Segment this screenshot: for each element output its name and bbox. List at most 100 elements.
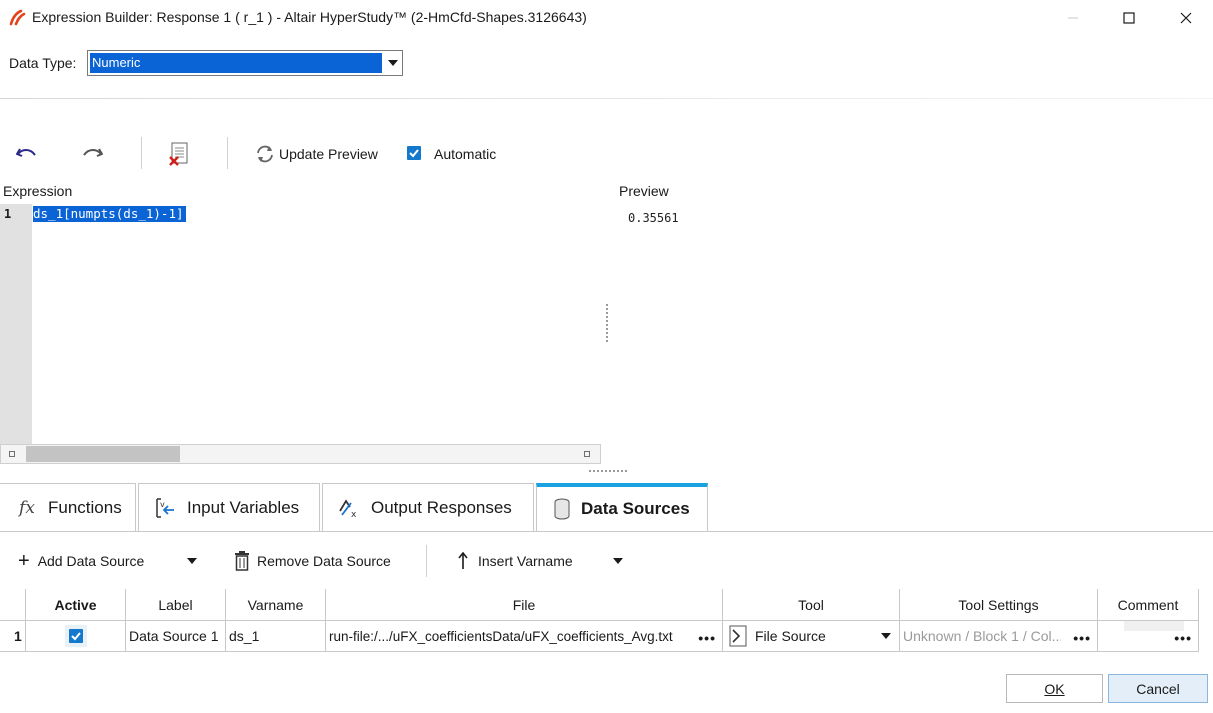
maximize-button[interactable]: [1102, 0, 1156, 36]
scrollbar-thumb[interactable]: [26, 446, 180, 462]
tool-settings-cell[interactable]: Unknown / Block 1 / Col... •••: [900, 621, 1098, 652]
chevron-down-icon[interactable]: [881, 633, 891, 639]
horizontal-scrollbar[interactable]: [0, 444, 601, 464]
insert-varname-dropdown[interactable]: [613, 548, 623, 574]
tool-settings-value: Unknown / Block 1 / Col...: [903, 628, 1061, 644]
tab-bar-line: [0, 531, 1213, 532]
tab-input-variables[interactable]: v Input Variables: [138, 483, 320, 531]
expression-label: Expression: [3, 183, 73, 199]
toolbar-separator: [227, 137, 228, 169]
line-number: 1: [4, 207, 12, 221]
divider: [0, 98, 1213, 99]
column-header-comment[interactable]: Comment: [1098, 589, 1199, 621]
toolbar-separator: [141, 137, 142, 169]
tab-data-sources[interactable]: Data Sources: [536, 483, 708, 531]
ellipsis-icon[interactable]: •••: [698, 630, 716, 646]
chevron-down-icon[interactable]: [384, 53, 401, 73]
expression-text[interactable]: ds_1[numpts(ds_1)-1]: [33, 206, 186, 222]
redo-icon: [83, 148, 103, 157]
ellipsis-icon[interactable]: •••: [1174, 630, 1192, 646]
tool-value: File Source: [755, 628, 826, 644]
tool-cell[interactable]: File Source: [723, 621, 900, 652]
plus-icon: +: [18, 550, 30, 572]
scroll-right-icon[interactable]: [584, 451, 590, 457]
remove-data-source-label: Remove Data Source: [257, 553, 391, 569]
chevron-down-icon: [613, 558, 623, 564]
data-sources-table: Active Label Varname File Tool Tool Sett…: [0, 589, 1199, 652]
minimize-button[interactable]: [1046, 0, 1100, 36]
trash-icon: [235, 551, 249, 571]
svg-text:x: x: [351, 510, 357, 519]
window-title: Expression Builder: Response 1 ( r_1 ) -…: [32, 9, 587, 25]
vertical-splitter[interactable]: [606, 304, 610, 342]
cancel-label: Cancel: [1136, 680, 1180, 697]
column-header-label[interactable]: Label: [126, 589, 226, 621]
ok-label: OK: [1044, 680, 1065, 697]
tab-label: Input Variables: [187, 497, 300, 517]
redo-button[interactable]: [79, 140, 107, 168]
column-header-tool[interactable]: Tool: [723, 589, 900, 621]
close-button[interactable]: [1159, 0, 1213, 36]
column-header-varname[interactable]: Varname: [226, 589, 326, 621]
toolbar-separator: [426, 545, 427, 577]
altair-logo-icon: [8, 9, 26, 27]
scroll-left-icon[interactable]: [9, 451, 15, 457]
file-source-icon: [729, 625, 747, 647]
fx-icon: fx: [19, 497, 35, 518]
add-data-source-button[interactable]: + Add Data Source: [18, 548, 144, 574]
column-header-file[interactable]: File: [326, 589, 723, 621]
file-path: run-file:/.../uFX_coefficientsData/uFX_c…: [329, 628, 673, 644]
ellipsis-icon[interactable]: •••: [1073, 630, 1091, 646]
active-checkbox[interactable]: [68, 629, 83, 643]
undo-button[interactable]: [12, 140, 40, 168]
maximize-icon: [1123, 12, 1135, 24]
preview-value: 0.35561: [628, 211, 679, 225]
data-type-value: Numeric: [90, 53, 382, 73]
column-header-tool-settings[interactable]: Tool Settings: [900, 589, 1098, 621]
svg-text:v: v: [160, 500, 165, 509]
tab-output-responses[interactable]: x Output Responses: [322, 483, 534, 531]
label-cell[interactable]: Data Source 1: [126, 621, 226, 652]
refresh-icon: [257, 145, 273, 163]
clear-expression-icon: [169, 142, 188, 166]
column-header-active[interactable]: Active: [26, 589, 126, 621]
remove-data-source-button[interactable]: Remove Data Source: [233, 548, 391, 574]
varname-cell[interactable]: ds_1: [226, 621, 326, 652]
insert-varname-label: Insert Varname: [478, 553, 573, 569]
preview-label: Preview: [619, 183, 669, 199]
ok-button[interactable]: OK: [1006, 674, 1103, 703]
row-index: 1: [0, 621, 26, 652]
active-checkbox-cell[interactable]: [64, 625, 87, 647]
horizontal-splitter[interactable]: [589, 470, 627, 474]
tab-label: Output Responses: [371, 497, 512, 517]
add-data-source-label: Add Data Source: [37, 553, 145, 569]
database-icon: [549, 496, 575, 522]
table-row: [26, 621, 126, 652]
line-number-gutter: [0, 204, 32, 444]
insert-varname-button[interactable]: Insert Varname: [456, 548, 573, 574]
data-type-label: Data Type:: [9, 55, 77, 71]
output-responses-icon: x: [337, 495, 363, 521]
checkmark-icon: [409, 149, 419, 158]
tab-label: Functions: [48, 497, 122, 517]
cancel-button[interactable]: Cancel: [1108, 674, 1208, 703]
minimize-icon: [1068, 17, 1078, 19]
clear-expression-button[interactable]: [165, 140, 193, 168]
tab-label: Data Sources: [581, 499, 690, 518]
chevron-down-icon: [187, 558, 197, 564]
close-icon: [1180, 12, 1192, 24]
file-cell[interactable]: run-file:/.../uFX_coefficientsData/uFX_c…: [326, 621, 723, 652]
automatic-label[interactable]: Automatic: [434, 146, 496, 162]
data-type-select[interactable]: Numeric: [87, 50, 403, 76]
add-data-source-dropdown[interactable]: [187, 548, 197, 574]
comment-cell[interactable]: •••: [1098, 621, 1199, 652]
update-preview-label[interactable]: Update Preview: [279, 146, 378, 162]
undo-icon: [16, 148, 36, 157]
input-variables-icon: v: [153, 495, 179, 521]
update-preview-button[interactable]: [252, 140, 278, 168]
automatic-checkbox[interactable]: [407, 146, 421, 160]
checkmark-icon: [70, 632, 81, 641]
expression-editor[interactable]: [32, 204, 601, 444]
column-header-index: [0, 589, 26, 621]
tab-functions[interactable]: fx Functions: [0, 483, 136, 531]
